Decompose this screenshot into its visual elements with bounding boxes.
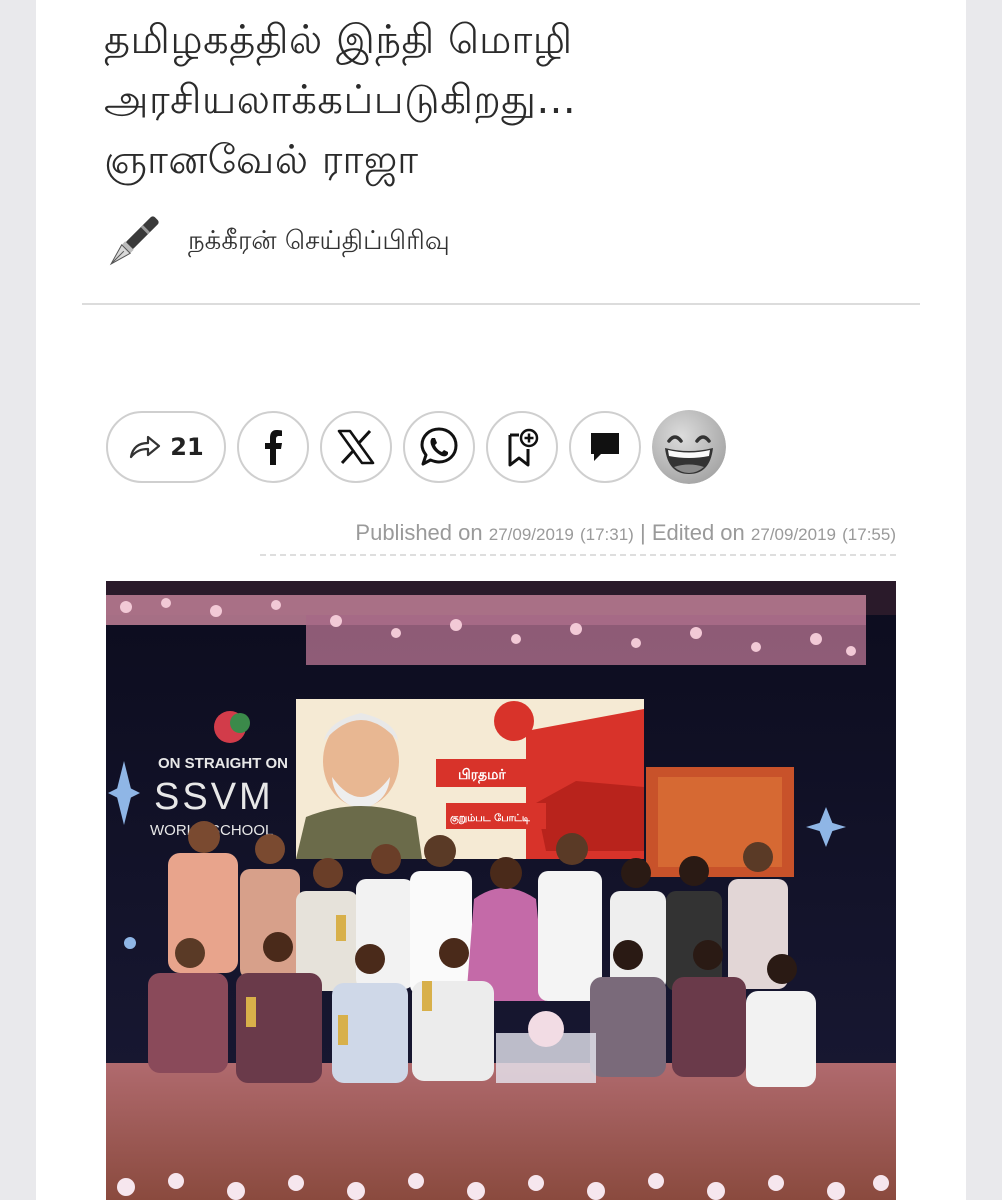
share-button[interactable]: 21 <box>106 411 226 483</box>
meta-separator: | <box>639 520 646 545</box>
bookmark-button[interactable] <box>486 411 558 483</box>
share-bar: 21 <box>106 408 726 486</box>
projection-screen: பிரதமர் குறும்பட போட்டி <box>296 699 644 859</box>
screen-subtitle: குறும்பட போட்டி <box>450 812 531 825</box>
edited-time: (17:55) <box>842 525 896 544</box>
bookmark-add-icon <box>508 428 539 467</box>
article-photo[interactable]: ON STRAIGHT ON SSVM WORLD SCHOOL பிரதமர் <box>106 581 896 1200</box>
published-label: Published on <box>355 520 483 545</box>
x-icon <box>337 429 375 465</box>
whatsapp-share-button[interactable] <box>403 411 475 483</box>
published-date: 27/09/2019 <box>488 525 574 544</box>
share-count: 21 <box>170 433 204 461</box>
facebook-share-button[interactable] <box>237 411 309 483</box>
byline: நக்கீரன் செய்திப்பிரிவு <box>104 212 450 272</box>
share-icon <box>130 435 161 459</box>
author-name[interactable]: நக்கீரன் செய்திப்பிரிவு <box>188 226 450 259</box>
whatsapp-icon <box>420 427 458 466</box>
fountain-pen-icon <box>109 216 159 266</box>
banner-line-1: ON STRAIGHT ON <box>158 755 288 772</box>
comment-icon <box>591 433 619 461</box>
screen-title: பிரதமர் <box>458 767 506 784</box>
divider <box>82 303 920 305</box>
headline-line-3: ஞானவேல் ராஜா <box>104 137 419 183</box>
grinning-face-icon[interactable] <box>652 410 726 484</box>
article-page: தமிழகத்தில் இந்தி மொழி அரசியலாக்கப்படுகி… <box>36 0 966 1200</box>
facebook-icon <box>265 430 282 465</box>
comment-button[interactable] <box>569 411 641 483</box>
publish-info: Published on 27/09/2019 (17:31) | Edited… <box>260 520 896 556</box>
edited-date: 27/09/2019 <box>750 525 836 544</box>
published-time: (17:31) <box>579 525 634 544</box>
headline-line-2: அரசியலாக்கப்படுகிறது... <box>104 77 577 123</box>
headline-line-1: தமிழகத்தில் இந்தி மொழி <box>104 17 573 63</box>
stage-photo-illustration: ON STRAIGHT ON SSVM WORLD SCHOOL பிரதமர் <box>106 581 896 1200</box>
banner-line-2: SSVM <box>154 776 274 818</box>
article-headline: தமிழகத்தில் இந்தி மொழி அரசியலாக்கப்படுகி… <box>104 10 904 190</box>
x-share-button[interactable] <box>320 411 392 483</box>
edited-label: Edited on <box>651 520 745 545</box>
